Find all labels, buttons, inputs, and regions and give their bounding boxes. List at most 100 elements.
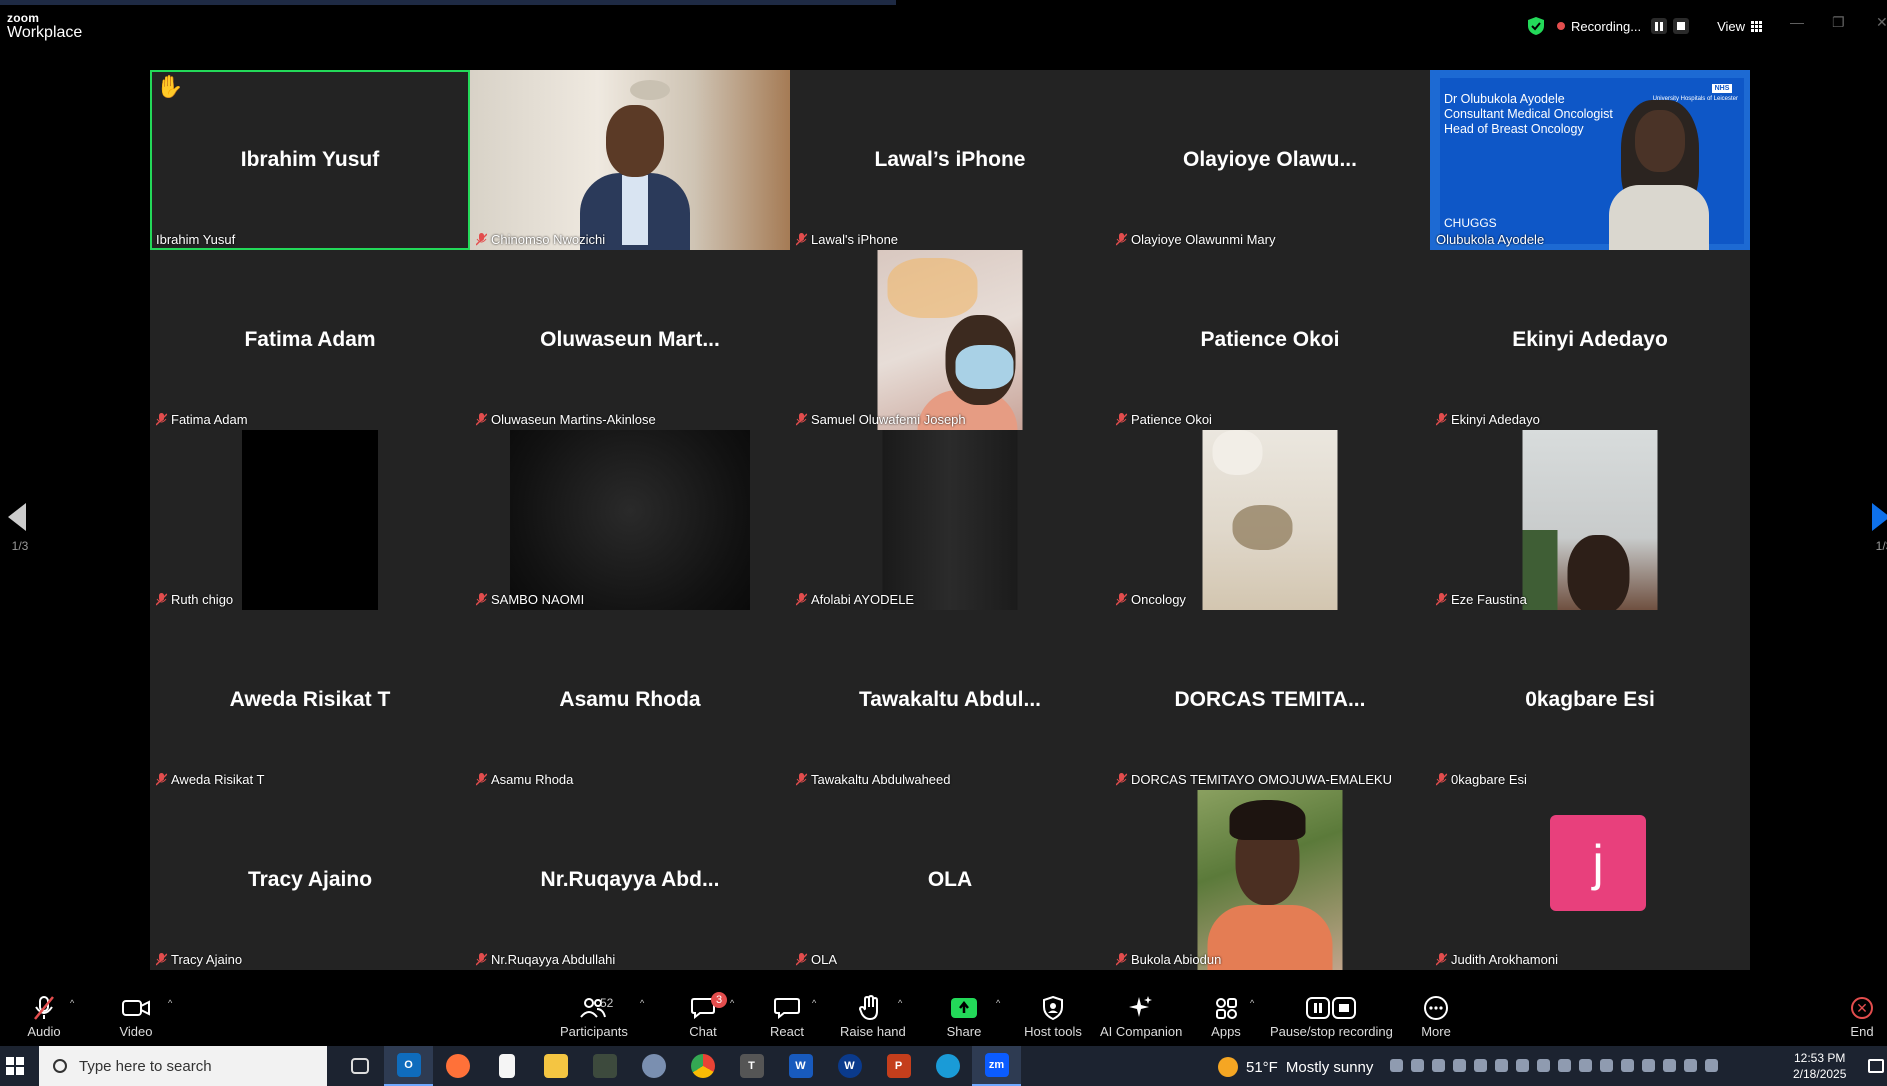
participant-name: DORCAS TEMITAYO OMOJUWA-EMALEKU	[1131, 772, 1392, 787]
minimize-button[interactable]: —	[1790, 14, 1804, 30]
webex-app-icon[interactable]: W	[825, 1046, 874, 1086]
maximize-button[interactable]: ❐	[1832, 14, 1845, 31]
participant-tile[interactable]: Nr.Ruqayya Abd... Nr.Ruqayya Abdullahi	[470, 790, 790, 970]
participant-tile[interactable]: Oluwaseun Mart... Oluwaseun Martins-Akin…	[470, 250, 790, 430]
chat-button[interactable]: 3 Chat	[685, 992, 727, 1039]
participant-video	[1197, 790, 1343, 970]
media-app-icon[interactable]	[580, 1046, 629, 1086]
previous-page-button[interactable]: 1/3	[8, 503, 32, 553]
clock-date: 2/18/2025	[1793, 1067, 1847, 1081]
more-button[interactable]: More	[1418, 994, 1454, 1039]
participant-tile[interactable]: Patience Okoi Patience Okoi	[1110, 250, 1430, 430]
taskbar-search-input[interactable]: Type here to search	[39, 1046, 327, 1086]
raise-hand-button[interactable]: Raise hand	[840, 994, 906, 1039]
taskbar-clock[interactable]: 12:53 PM 2/18/2025	[1793, 1050, 1846, 1082]
word-app-icon[interactable]: W	[776, 1046, 825, 1086]
notification-icon[interactable]	[1868, 1059, 1884, 1073]
pause-stop-recording-button[interactable]: Pause/stop recording	[1270, 994, 1393, 1039]
participant-tile[interactable]: Asamu Rhoda Asamu Rhoda	[470, 610, 790, 790]
participant-video: Dr Olubukola Ayodele Consultant Medical …	[1430, 70, 1750, 250]
weather-widget[interactable]: 51°F Mostly sunny	[1218, 1057, 1373, 1077]
typora-app-icon[interactable]: T	[727, 1046, 776, 1086]
powerpoint-app-icon[interactable]: P	[874, 1046, 923, 1086]
close-button[interactable]: ✕	[1876, 14, 1887, 31]
participant-tile[interactable]: j Judith Arokhamoni	[1430, 790, 1750, 970]
participant-name: Aweda Risikat T	[171, 772, 265, 787]
mic-muted-icon	[1116, 413, 1127, 426]
participant-tile[interactable]: Ruth chigo	[150, 430, 470, 610]
participant-tile[interactable]: Tawakaltu Abdul... Tawakaltu Abdulwaheed	[790, 610, 1110, 790]
page-indicator-right: 1/3	[1875, 539, 1887, 553]
participant-tile[interactable]: Chinomso Nwozichi	[470, 70, 790, 250]
participant-tile[interactable]: Samuel Oluwafemi Joseph	[790, 250, 1110, 430]
avatar: j	[1550, 815, 1646, 911]
participant-name: 0kagbare Esi	[1451, 772, 1527, 787]
participant-name: Oncology	[1131, 592, 1186, 607]
share-button[interactable]: Share	[946, 994, 982, 1039]
edge-app-icon[interactable]	[923, 1046, 972, 1086]
mic-muted-icon	[1436, 413, 1447, 426]
audio-button[interactable]: Audio	[24, 994, 64, 1039]
firefox-app-icon[interactable]	[433, 1046, 482, 1086]
task-view-icon[interactable]	[335, 1046, 384, 1086]
react-button[interactable]: React	[768, 994, 806, 1039]
participant-tile[interactable]: OLA OLA	[790, 790, 1110, 970]
participant-label: Oncology	[1116, 592, 1186, 607]
raise-hand-options-chevron-icon[interactable]: ^	[898, 998, 902, 1008]
participant-tile[interactable]: SAMBO NAOMI	[470, 430, 790, 610]
participant-tile[interactable]: Eze Faustina	[1430, 430, 1750, 610]
participant-name: Judith Arokhamoni	[1451, 952, 1558, 967]
participant-tile[interactable]: Bukola Abiodun	[1110, 790, 1430, 970]
participant-tile[interactable]: Oncology	[1110, 430, 1430, 610]
sun-icon	[1218, 1057, 1238, 1077]
react-options-chevron-icon[interactable]: ^	[812, 998, 816, 1008]
participant-tile[interactable]: Ekinyi Adedayo Ekinyi Adedayo	[1430, 250, 1750, 430]
stop-recording-button[interactable]	[1673, 18, 1690, 34]
participants-label: Participants	[560, 1024, 628, 1039]
participant-tile[interactable]: ✋ Ibrahim Yusuf Ibrahim Yusuf	[150, 70, 470, 250]
participant-tile[interactable]: Fatima Adam Fatima Adam	[150, 250, 470, 430]
end-button[interactable]: ✕ End	[1846, 994, 1878, 1039]
outlook-app-icon[interactable]: O	[384, 1046, 433, 1086]
participant-name-center: Tracy Ajaino	[247, 868, 373, 891]
participant-name: Samuel Oluwafemi Joseph	[811, 412, 966, 427]
participants-button[interactable]: 52 Participants	[560, 994, 628, 1039]
file-explorer-app-icon[interactable]	[531, 1046, 580, 1086]
ai-companion-button[interactable]: AI Companion	[1100, 994, 1182, 1039]
apps-button[interactable]: Apps	[1208, 994, 1244, 1039]
system-tray[interactable]	[1390, 1059, 1718, 1072]
chrome-app-icon[interactable]	[678, 1046, 727, 1086]
participant-tile[interactable]: Aweda Risikat T Aweda Risikat T	[150, 610, 470, 790]
windows-start-icon[interactable]	[6, 1057, 24, 1075]
participant-tile[interactable]: DORCAS TEMITA... DORCAS TEMITAYO OMOJUWA…	[1110, 610, 1430, 790]
participant-tile[interactable]: Afolabi AYODELE	[790, 430, 1110, 610]
next-page-button[interactable]: 1/3	[1872, 503, 1887, 553]
file-app-icon[interactable]	[482, 1046, 531, 1086]
participants-options-chevron-icon[interactable]: ^	[640, 998, 644, 1008]
participant-tile[interactable]: 0kagbare Esi 0kagbare Esi	[1430, 610, 1750, 790]
participant-tile[interactable]: Tracy Ajaino Tracy Ajaino	[150, 790, 470, 970]
host-tools-button[interactable]: Host tools	[1024, 994, 1082, 1039]
participant-name: Fatima Adam	[171, 412, 248, 427]
chat-options-chevron-icon[interactable]: ^	[730, 998, 734, 1008]
participant-label: Chinomso Nwozichi	[476, 232, 605, 247]
zoom-app-icon[interactable]: zm	[972, 1046, 1021, 1086]
cloud-app-icon[interactable]	[629, 1046, 678, 1086]
video-button[interactable]: Video	[116, 994, 156, 1039]
more-icon	[1418, 994, 1454, 1022]
pause-recording-button[interactable]	[1651, 18, 1668, 34]
mic-muted-icon	[1436, 593, 1447, 606]
participant-tile[interactable]: Dr Olubukola Ayodele Consultant Medical …	[1430, 70, 1750, 250]
participant-tile[interactable]: Lawal’s iPhone Lawal's iPhone	[790, 70, 1110, 250]
shield-check-icon[interactable]	[1527, 16, 1545, 36]
mic-muted-icon	[796, 593, 807, 606]
audio-options-chevron-icon[interactable]: ^	[70, 998, 74, 1008]
apps-options-chevron-icon[interactable]: ^	[1250, 998, 1254, 1008]
share-options-chevron-icon[interactable]: ^	[996, 998, 1000, 1008]
participant-tile[interactable]: Olayioye Olawu... Olayioye Olawunmi Mary	[1110, 70, 1430, 250]
tray-icon	[1642, 1059, 1655, 1072]
view-button[interactable]: View	[1717, 19, 1763, 34]
tray-icon	[1579, 1059, 1592, 1072]
video-options-chevron-icon[interactable]: ^	[168, 998, 172, 1008]
participant-name: Tracy Ajaino	[171, 952, 243, 967]
